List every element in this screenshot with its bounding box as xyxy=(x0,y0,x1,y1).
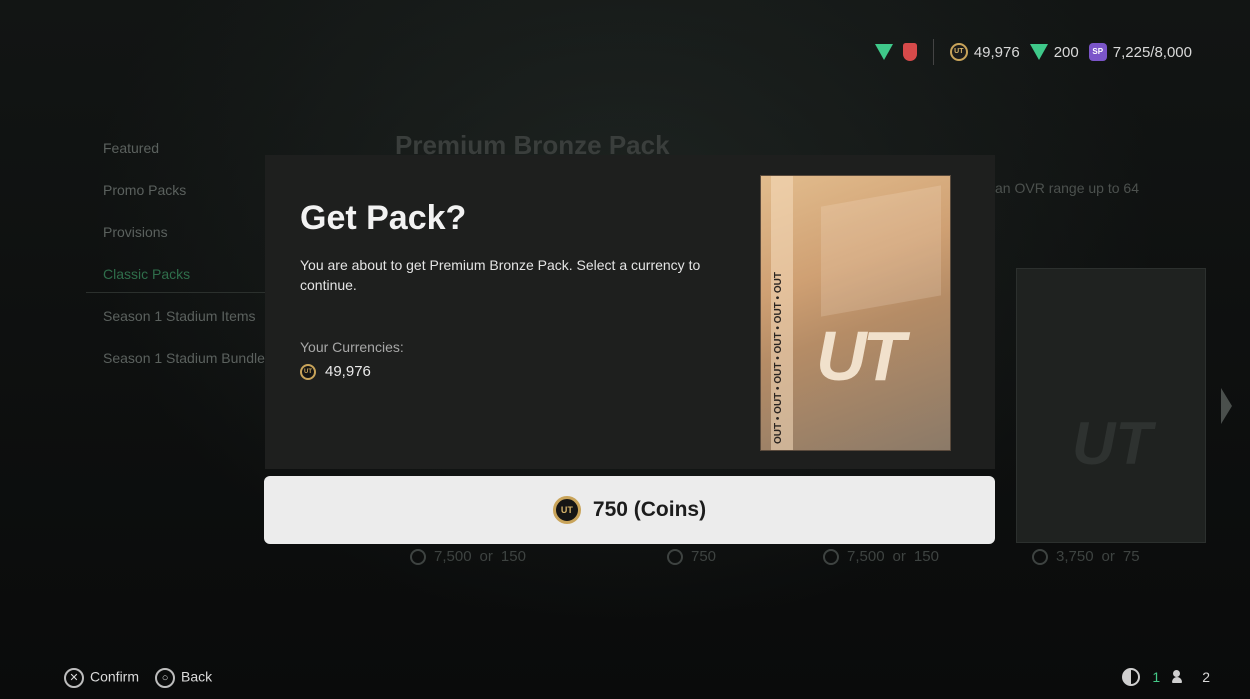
price-row: 7,500 or 150 xyxy=(823,548,939,565)
season-points-balance: SP 7,225/8,000 xyxy=(1088,43,1192,61)
controller-hints: ✕ Confirm ○ Back xyxy=(64,668,212,688)
dialog-title: Get Pack? xyxy=(300,199,467,237)
back-label: Back xyxy=(181,668,213,685)
club-badge-icon xyxy=(902,43,917,61)
buy-with-coins-button[interactable]: UT 750 (Coins) xyxy=(264,476,995,544)
coin-icon: UT xyxy=(949,43,968,61)
friends-icon xyxy=(1172,670,1190,684)
fifa-points-value: 200 xyxy=(1053,43,1079,61)
price-or: or xyxy=(1101,548,1115,565)
circle-button-icon: ○ xyxy=(155,668,176,688)
menu-item-stadium-bundles[interactable]: Season 1 Stadium Bundles xyxy=(103,348,272,390)
back-hint[interactable]: ○ Back xyxy=(155,668,212,688)
pack-image: OUT • OUT • OUT • OUT • OUT • OUT UT xyxy=(760,175,951,451)
menu-item-featured[interactable]: Featured xyxy=(103,138,272,180)
pack-strip-text: OUT • OUT • OUT • OUT • OUT • OUT xyxy=(773,272,784,444)
coin-icon xyxy=(667,548,683,565)
menu-item-promo-packs[interactable]: Promo Packs xyxy=(103,180,272,222)
menu-item-stadium-items[interactable]: Season 1 Stadium Items xyxy=(103,306,272,348)
count-a: 1 xyxy=(1152,669,1161,685)
confirm-label: Confirm xyxy=(90,668,140,685)
coin-icon: UT xyxy=(300,363,316,380)
get-pack-dialog: Get Pack? You are about to get Premium B… xyxy=(265,155,995,469)
season-points-value: 7,225/8,000 xyxy=(1112,43,1192,61)
fut-logo-icon xyxy=(874,44,893,60)
pack-logo: UT xyxy=(816,317,905,395)
background-pack-card[interactable]: UT xyxy=(1016,268,1206,543)
currency-amount: 49,976 xyxy=(325,363,371,380)
confirm-hint[interactable]: ✕ Confirm xyxy=(64,668,139,688)
coin-icon: UT xyxy=(552,496,581,524)
price-points: 150 xyxy=(500,548,526,565)
price-coins: 7,500 xyxy=(434,548,472,565)
your-currencies-label: Your Currencies: xyxy=(300,339,404,355)
fifa-points-icon xyxy=(1029,44,1048,60)
buy-button-label: 750 (Coins) xyxy=(592,498,707,521)
half-circle-icon xyxy=(1122,668,1141,686)
price-or: or xyxy=(479,548,493,565)
count-b: 2 xyxy=(1202,669,1210,685)
price-coins: 750 xyxy=(691,548,717,565)
divider xyxy=(932,39,934,65)
currency-bar: UT 49,976 200 SP 7,225/8,000 xyxy=(874,38,1192,66)
season-points-icon: SP xyxy=(1088,43,1107,61)
coins-balance: UT 49,976 xyxy=(949,43,1020,61)
price-coins: 7,500 xyxy=(847,548,885,565)
menu-item-classic-packs[interactable]: Classic Packs xyxy=(103,264,272,306)
side-menu: Featured Promo Packs Provisions Classic … xyxy=(103,138,272,390)
menu-item-provisions[interactable]: Provisions xyxy=(103,222,272,264)
cross-button-icon: ✕ xyxy=(64,668,84,688)
pack-facet xyxy=(821,185,941,317)
price-row: 7,500 or 150 xyxy=(410,548,526,565)
background-pack-description: an OVR range up to 64 xyxy=(995,180,1139,196)
price-points: 150 xyxy=(913,548,939,565)
next-arrow-icon[interactable] xyxy=(1221,388,1232,424)
price-row: 3,750 or 75 xyxy=(1032,548,1140,565)
coin-icon xyxy=(410,548,426,565)
pack-strip: OUT • OUT • OUT • OUT • OUT • OUT xyxy=(771,176,793,450)
coins-value: 49,976 xyxy=(973,43,1020,61)
coin-icon xyxy=(1032,548,1048,565)
price-points: 75 xyxy=(1122,548,1140,565)
coin-icon xyxy=(823,548,839,565)
price-row: 750 xyxy=(667,548,716,565)
background-pack-logo: UT xyxy=(1072,410,1152,477)
dialog-message: You are about to get Premium Bronze Pack… xyxy=(300,257,701,293)
status-indicators: 1 2 xyxy=(1122,668,1210,686)
your-currencies-value: UT 49,976 xyxy=(300,363,371,380)
fifa-points-balance: 200 xyxy=(1029,43,1079,61)
price-or: or xyxy=(892,548,906,565)
price-coins: 3,750 xyxy=(1056,548,1094,565)
menu-divider xyxy=(86,292,266,293)
